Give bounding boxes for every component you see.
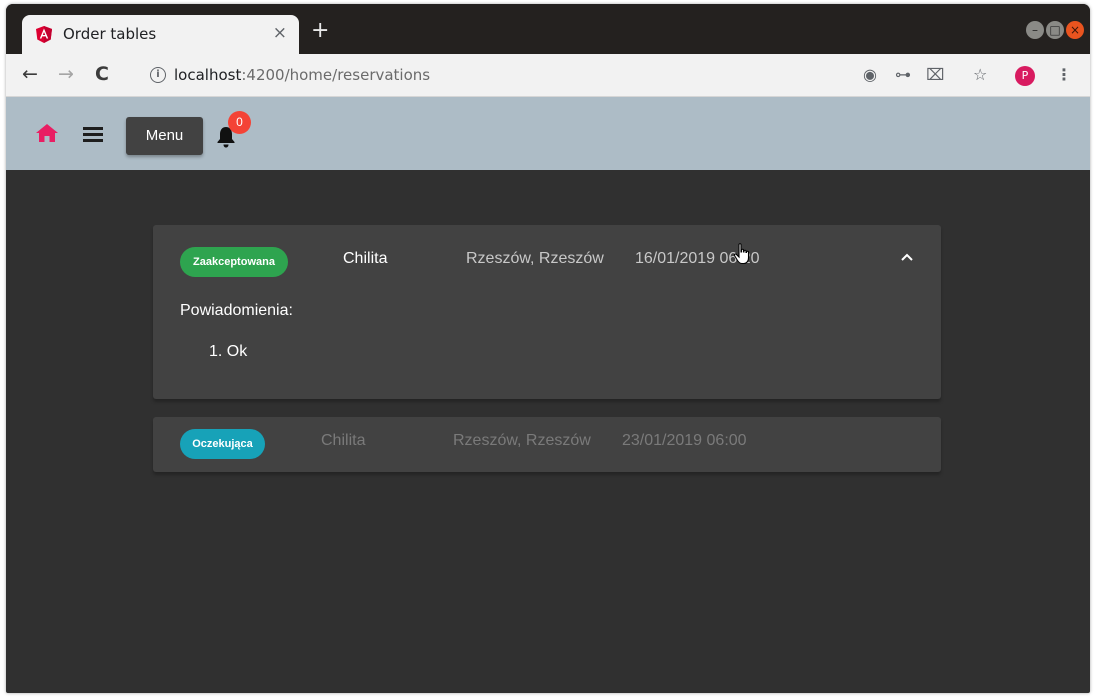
reload-button[interactable]: C bbox=[95, 63, 109, 85]
minimize-button[interactable]: – bbox=[1026, 21, 1044, 39]
maximize-button[interactable]: □ bbox=[1046, 21, 1064, 39]
window-controls: – □ × bbox=[1026, 21, 1084, 39]
app-header: Menu 0 bbox=[6, 97, 1090, 170]
notification-count-badge: 0 bbox=[228, 111, 251, 134]
url-path: :4200/home/reservations bbox=[241, 66, 431, 84]
title-bar: Order tables × + – □ × bbox=[6, 4, 1090, 54]
chevron-up-icon[interactable] bbox=[901, 253, 913, 261]
reservation-panel[interactable]: Oczekująca Chilita Rzeszów, Rzeszów 23/0… bbox=[153, 417, 941, 472]
reservation-location: Rzeszów, Rzeszów bbox=[453, 432, 591, 449]
status-badge: Zaakceptowana bbox=[180, 247, 288, 277]
notification-item: 1. Ok bbox=[209, 343, 248, 360]
back-button[interactable]: ← bbox=[22, 63, 38, 85]
tab-close-button[interactable]: × bbox=[273, 23, 287, 43]
browser-window: Order tables × + – □ × ← → C i localhost… bbox=[6, 4, 1090, 693]
reservation-datetime: 23/01/2019 06:00 bbox=[622, 432, 747, 449]
location-icon[interactable]: ◉ bbox=[863, 64, 877, 86]
key-icon[interactable]: ⊶ bbox=[895, 64, 911, 86]
info-icon[interactable]: i bbox=[150, 67, 166, 83]
restaurant-name: Chilita bbox=[321, 432, 366, 449]
home-icon[interactable] bbox=[36, 124, 58, 142]
restaurant-name: Chilita bbox=[343, 250, 388, 267]
forward-button[interactable]: → bbox=[58, 63, 74, 85]
close-window-button[interactable]: × bbox=[1066, 21, 1084, 39]
reservation-panel[interactable]: Zaakceptowana Chilita Rzeszów, Rzeszów 1… bbox=[153, 225, 941, 399]
star-icon[interactable]: ☆ bbox=[973, 64, 987, 86]
angular-icon bbox=[36, 26, 52, 43]
new-tab-button[interactable]: + bbox=[311, 20, 329, 42]
profile-avatar[interactable]: P bbox=[1015, 66, 1035, 86]
status-badge: Oczekująca bbox=[180, 429, 265, 459]
address-bar[interactable]: localhost:4200/home/reservations bbox=[174, 66, 430, 84]
browser-tab[interactable]: Order tables × bbox=[22, 15, 299, 54]
translate-icon[interactable]: ⌧ bbox=[926, 64, 944, 86]
menu-button[interactable]: Menu bbox=[126, 117, 203, 155]
more-icon[interactable]: ⋮ bbox=[1056, 64, 1072, 86]
tab-title: Order tables bbox=[63, 25, 157, 43]
reservation-location: Rzeszów, Rzeszów bbox=[466, 250, 604, 267]
hand-cursor-icon bbox=[733, 243, 750, 265]
notifications-label: Powiadomienia: bbox=[180, 302, 293, 319]
hamburger-icon[interactable] bbox=[83, 127, 103, 142]
url-host: localhost bbox=[174, 66, 242, 84]
browser-toolbar: ← → C i localhost:4200/home/reservations… bbox=[6, 54, 1090, 97]
